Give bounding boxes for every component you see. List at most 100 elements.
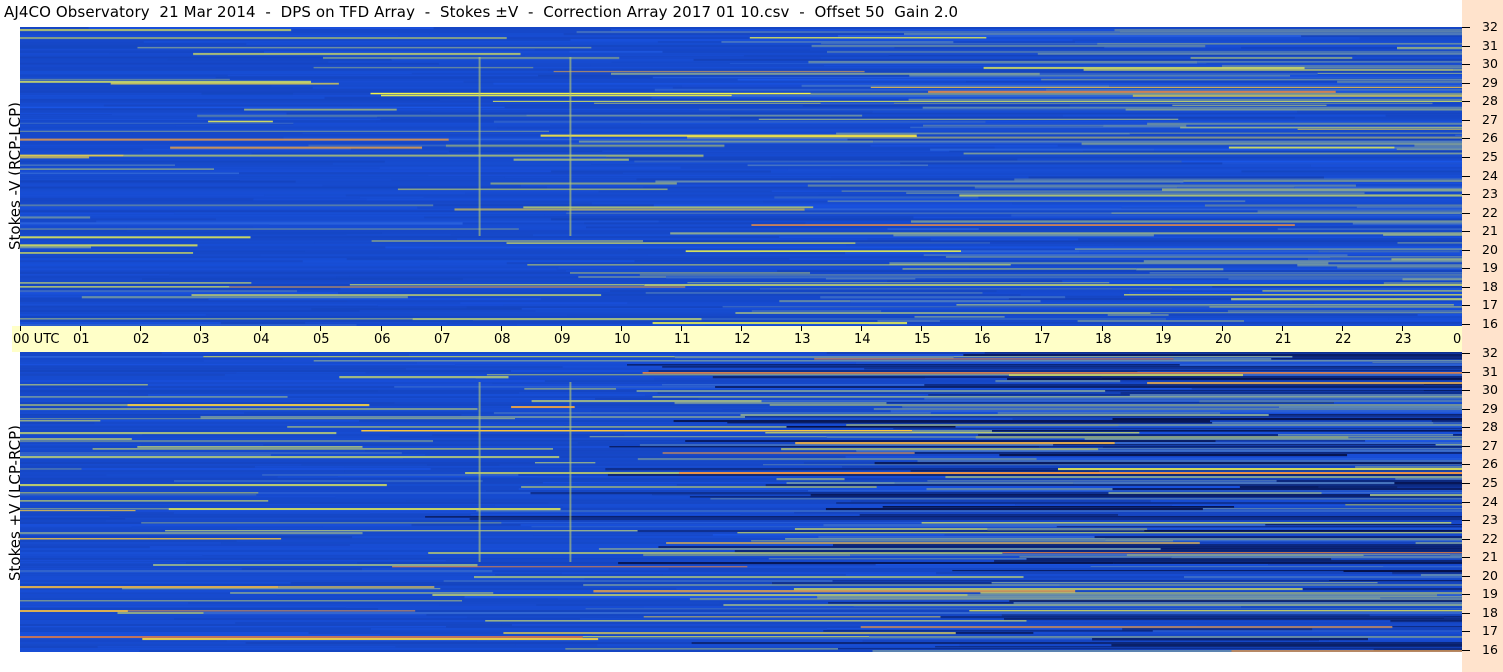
spectrogram-streak <box>20 384 148 386</box>
spectrogram-streak <box>1347 254 1462 256</box>
spectrogram-streak <box>20 76 216 79</box>
spectrogram-streak <box>20 514 471 516</box>
spectrogram-streak <box>20 258 347 261</box>
spectrogram-streak <box>1180 126 1462 129</box>
spectrogram-streak <box>142 638 599 641</box>
spectrogram-streak <box>478 280 888 282</box>
spectrogram-streak <box>1104 46 1241 49</box>
upper-frequency-tick-mark <box>1462 176 1470 177</box>
spectrogram-streak <box>991 582 1378 584</box>
spectrogram-streak <box>1017 158 1462 161</box>
spectrogram-streak <box>760 288 1173 290</box>
spectrogram-streak <box>20 310 360 312</box>
spectrogram-streak <box>485 620 1027 622</box>
spectrogram-streak <box>1335 90 1460 93</box>
spectrogram-streak <box>710 498 1462 500</box>
spectrogram-streak <box>524 54 744 57</box>
spectrogram-streak <box>598 548 1161 550</box>
spectrogram-streak <box>359 352 827 354</box>
time-tick-label: 04 <box>253 332 270 347</box>
spectrogram-streak <box>20 244 198 247</box>
spectrogram-streak <box>1436 238 1462 241</box>
upper-frequency-tick-mark <box>1462 268 1470 269</box>
spectrogram-streak <box>338 476 538 478</box>
spectrogram-streak <box>652 322 908 325</box>
spectrogram-streak <box>20 538 282 540</box>
spectrogram-streak <box>20 484 387 487</box>
upper-frequency-tick-label: 18 <box>1482 279 1498 294</box>
spectrogram-streak <box>930 412 998 414</box>
spectrogram-streak <box>662 384 925 386</box>
spectrogram-streak <box>810 272 1150 275</box>
spectrogram-streak <box>370 512 795 514</box>
spectrogram-streak <box>110 82 339 85</box>
spectrogram-streak <box>1007 378 1462 381</box>
time-tick-mark <box>741 326 742 331</box>
spectrogram-streak <box>523 206 814 209</box>
spectrogram-streak <box>859 592 981 594</box>
spectrogram-streak <box>1152 630 1462 633</box>
spectrogram-streak <box>365 450 857 452</box>
spectrogram-streak <box>1004 316 1462 318</box>
time-tick-mark <box>260 326 261 331</box>
spectrogram-streak <box>949 150 1083 153</box>
spectrogram-streak <box>887 228 979 230</box>
spectrogram-streak <box>20 612 118 614</box>
spectrogram-streak <box>1172 504 1346 507</box>
spectrogram-streak <box>893 428 1462 430</box>
spectrogram-streak <box>847 138 1462 141</box>
spectrogram-streak <box>165 530 638 532</box>
spectrogram-streak <box>117 612 204 614</box>
spectrogram-streak <box>1228 278 1403 281</box>
spectrogram-streak <box>20 116 378 119</box>
spectrogram-streak <box>494 504 1016 507</box>
spectrogram-streak <box>518 474 608 476</box>
spectrogram-streak <box>569 50 663 53</box>
spectrogram-streak <box>20 170 552 173</box>
spectrogram-streak <box>380 634 593 636</box>
spectrogram-streak <box>974 186 1178 189</box>
spectrogram-streak <box>175 124 551 127</box>
spectrogram-streak <box>888 54 1357 57</box>
spectrogram-streak <box>20 628 371 631</box>
spectrogram-streak <box>20 272 570 274</box>
lower-frequency-tick-label: 17 <box>1482 623 1498 638</box>
spectrogram-streak <box>20 106 505 109</box>
spectrogram-streak <box>216 218 552 220</box>
spectrogram-streak <box>175 164 748 167</box>
upper-frequency-tick-label: 21 <box>1482 223 1498 238</box>
spectrogram-streak <box>544 380 996 382</box>
spectrogram-streak <box>730 116 1295 119</box>
time-tick-label: 03 <box>193 332 210 347</box>
spectrogram-streak <box>20 88 301 91</box>
spectrogram-streak <box>465 192 907 195</box>
spectrogram-streak <box>20 642 246 644</box>
spectrogram-streak <box>20 308 312 310</box>
spectrogram-streak <box>474 576 1024 579</box>
spectrogram-streak <box>1037 52 1462 55</box>
spectrogram-streak <box>439 442 578 444</box>
spectrogram-streak <box>1204 204 1462 207</box>
spectrogram-streak <box>760 624 1197 626</box>
spectrogram-streak <box>20 92 202 95</box>
spectrogram-streak <box>506 262 890 264</box>
spectrogram-streak <box>563 33 716 36</box>
spectrogram-streak <box>1132 94 1462 98</box>
spectrogram-streak <box>794 512 1462 514</box>
spectrogram-streak <box>809 48 1462 51</box>
upper-frequency-tick-label: 27 <box>1482 112 1498 127</box>
spectrogram-streak <box>20 448 93 450</box>
spectrogram-streak <box>20 624 512 626</box>
spectrogram-streak <box>546 186 644 189</box>
spectrogram-streak <box>20 102 505 105</box>
spectrogram-streak <box>256 494 653 496</box>
time-tick-mark <box>200 326 201 331</box>
spectrogram-streak <box>566 212 1112 215</box>
spectrogram-streak <box>20 364 456 366</box>
spectrogram-streak <box>346 258 790 260</box>
spectrogram-streak <box>1026 620 1391 622</box>
spectrogram-streak <box>277 476 338 478</box>
lower-frequency-tick-mark <box>1462 594 1470 595</box>
spectrogram-streak <box>365 372 643 374</box>
spectrogram-streak <box>906 192 1365 194</box>
